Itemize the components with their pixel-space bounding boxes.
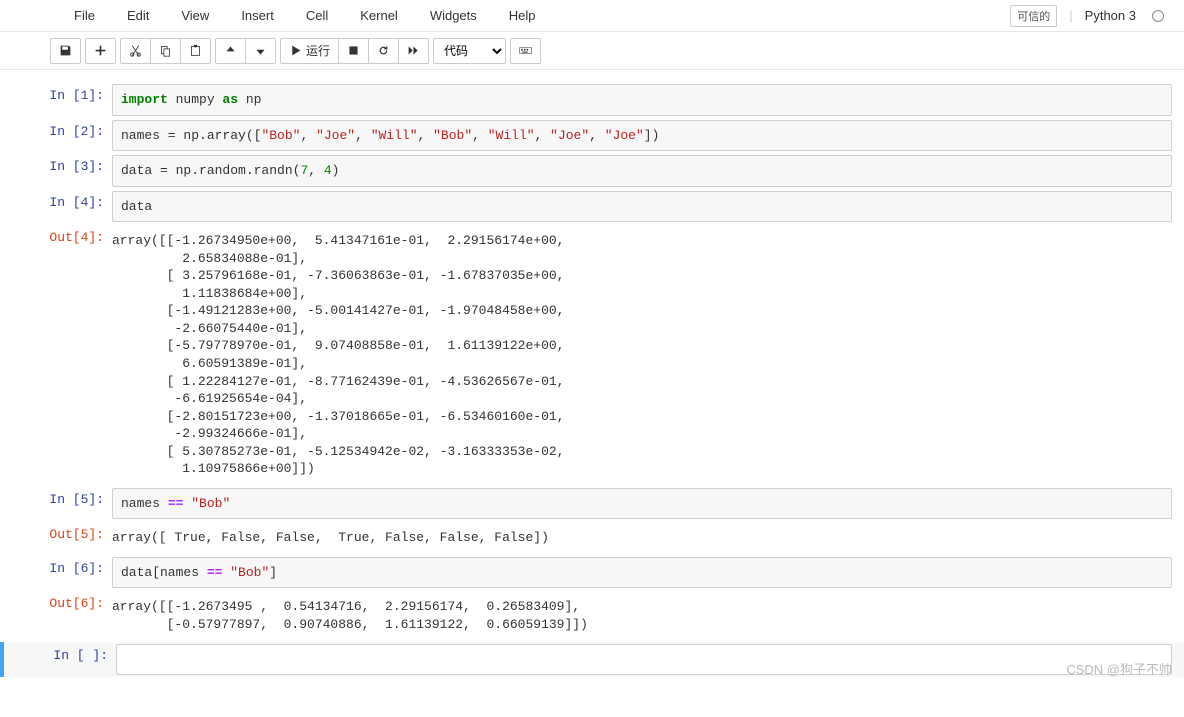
notebook-container: In [1]:import numpy as npIn [2]:names = … [0,70,1184,717]
kernel-indicator-icon [1152,10,1164,22]
menu-item-widgets[interactable]: Widgets [414,0,493,32]
output-row: Out[4]:array([[-1.26734950e+00, 5.413471… [0,224,1184,486]
menubar-left: FileEditViewInsertCellKernelWidgetsHelp [8,0,552,32]
cut-button[interactable] [120,38,151,64]
copy-button[interactable] [150,38,181,64]
cell-type-select[interactable]: 代码 [433,38,506,64]
run-button[interactable]: 运行 [280,38,339,64]
menu-item-file[interactable]: File [58,0,111,32]
output-text: array([[-1.26734950e+00, 5.41347161e-01,… [112,226,1172,484]
code-cell[interactable]: In [5]:names == "Bob" [0,486,1184,522]
output-text: array([ True, False, False, True, False,… [112,523,1172,553]
code-input[interactable]: names = np.array(["Bob", "Joe", "Will", … [112,120,1172,152]
code-input[interactable]: data = np.random.randn(7, 4) [112,155,1172,187]
code-cell[interactable]: In [3]:data = np.random.randn(7, 4) [0,153,1184,189]
menu-item-help[interactable]: Help [493,0,552,32]
code-input[interactable]: data[names == "Bob"] [112,557,1172,589]
code-input[interactable] [116,644,1172,676]
cell-body [116,644,1172,676]
output-text: array([[-1.2673495 , 0.54134716, 2.29156… [112,592,1172,639]
input-prompt: In [4]: [12,191,112,223]
restart-run-all-button[interactable] [398,38,429,64]
interrupt-button[interactable] [338,38,369,64]
menu-item-cell[interactable]: Cell [290,0,344,32]
move-down-button[interactable] [245,38,276,64]
code-cell[interactable]: In [6]:data[names == "Bob"] [0,555,1184,591]
menubar: FileEditViewInsertCellKernelWidgetsHelp … [0,0,1184,32]
toolbar: 运行 代码 [0,32,1184,70]
cell-body: names == "Bob" [112,488,1172,520]
cell-body: names = np.array(["Bob", "Joe", "Will", … [112,120,1172,152]
save-button[interactable] [50,38,81,64]
kernel-divider: | [1069,8,1072,23]
output-prompt: Out[6]: [12,592,112,639]
code-cell[interactable]: In [2]:names = np.array(["Bob", "Joe", "… [0,118,1184,154]
menu-item-view[interactable]: View [165,0,225,32]
cell-body: data[names == "Bob"] [112,557,1172,589]
trusted-badge[interactable]: 可信的 [1010,5,1057,27]
input-prompt: In [ ]: [16,644,116,676]
output-row: Out[6]:array([[-1.2673495 , 0.54134716, … [0,590,1184,641]
cell-body: data [112,191,1172,223]
menu-item-kernel[interactable]: Kernel [344,0,414,32]
input-prompt: In [3]: [12,155,112,187]
menu-item-insert[interactable]: Insert [225,0,290,32]
command-palette-button[interactable] [510,38,541,64]
input-prompt: In [6]: [12,557,112,589]
menu-item-edit[interactable]: Edit [111,0,165,32]
code-input[interactable]: data [112,191,1172,223]
code-cell[interactable]: In [ ]: [0,642,1184,678]
restart-button[interactable] [368,38,399,64]
input-prompt: In [2]: [12,120,112,152]
run-group: 运行 [280,38,429,64]
move-up-button[interactable] [215,38,246,64]
code-cell[interactable]: In [1]:import numpy as np [0,82,1184,118]
output-prompt: Out[5]: [12,523,112,553]
output-row: Out[5]:array([ True, False, False, True,… [0,521,1184,555]
cell-body: import numpy as np [112,84,1172,116]
move-group [215,38,276,64]
cell-body: data = np.random.randn(7, 4) [112,155,1172,187]
input-prompt: In [5]: [12,488,112,520]
paste-button[interactable] [180,38,211,64]
run-label: 运行 [306,42,330,59]
add-cell-button[interactable] [85,38,116,64]
kernel-name[interactable]: Python 3 [1085,8,1136,23]
output-prompt: Out[4]: [12,226,112,484]
edit-group [120,38,211,64]
code-input[interactable]: names == "Bob" [112,488,1172,520]
code-input[interactable]: import numpy as np [112,84,1172,116]
menubar-right: 可信的 | Python 3 [1010,5,1176,27]
code-cell[interactable]: In [4]:data [0,189,1184,225]
input-prompt: In [1]: [12,84,112,116]
